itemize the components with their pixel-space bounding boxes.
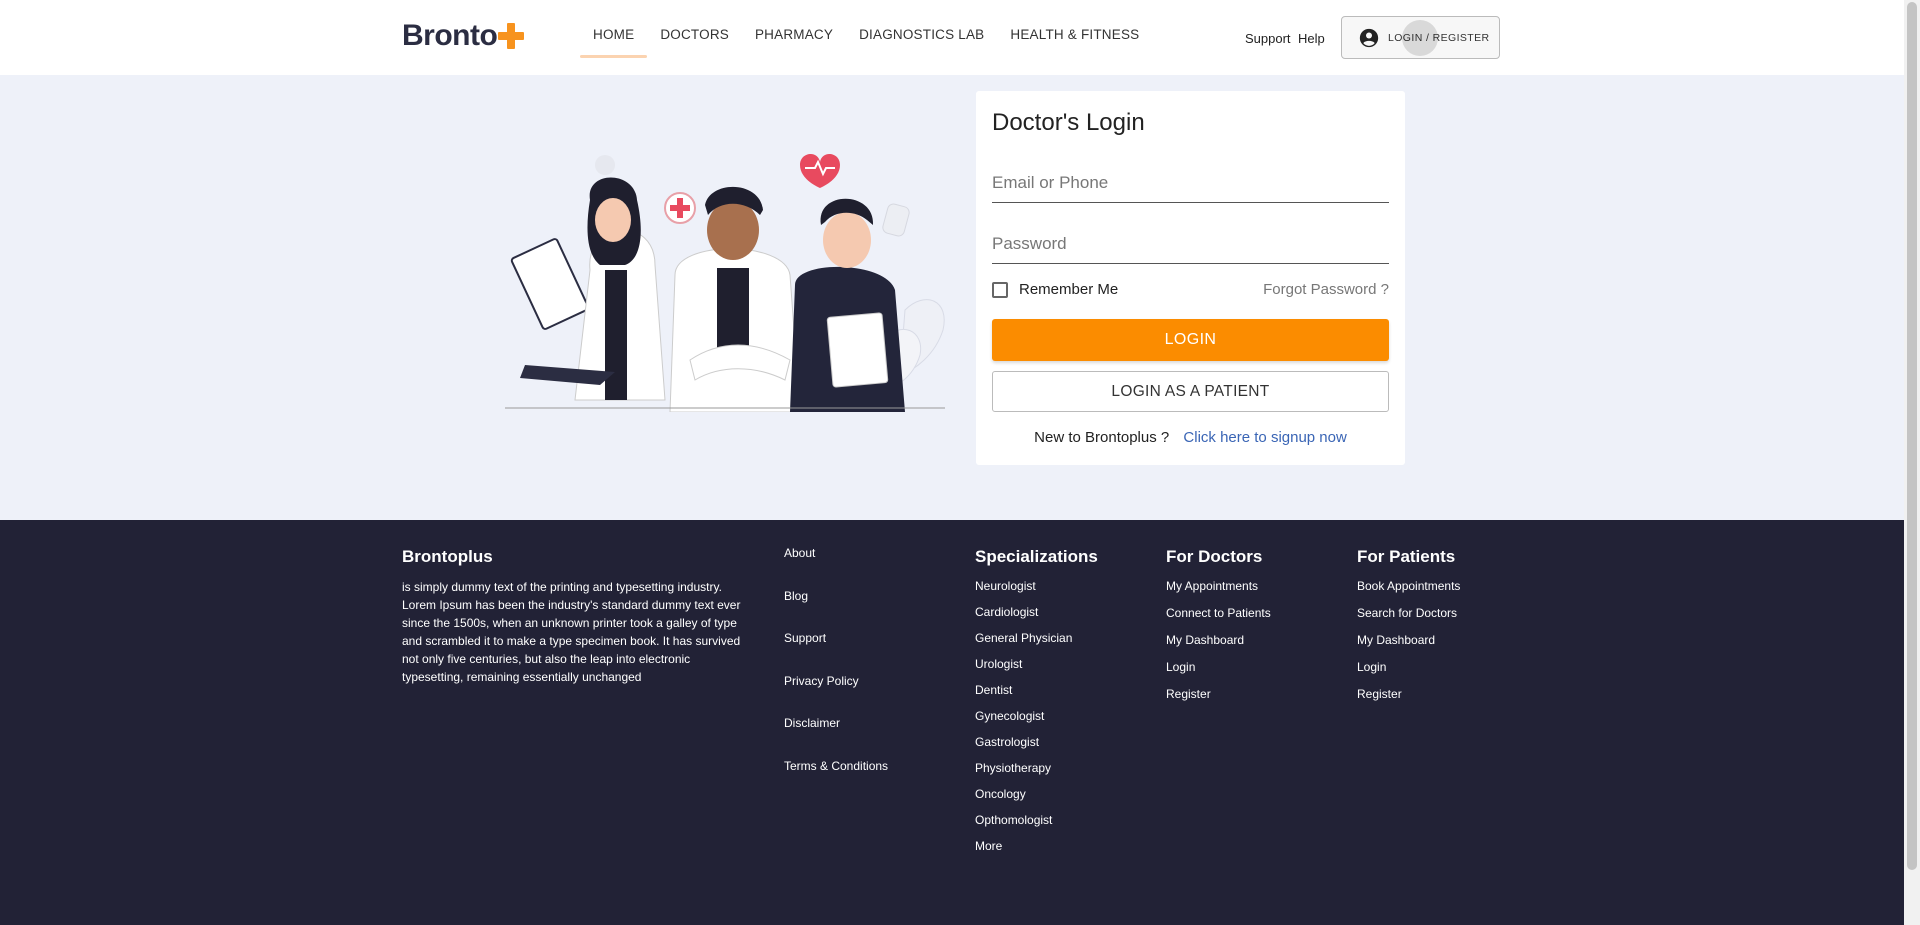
nav-health-fitness[interactable]: HEALTH & FITNESS — [997, 0, 1152, 58]
footer-for-doctors: For Doctors My Appointments Connect to P… — [1166, 547, 1271, 714]
patient-link[interactable]: Book Appointments — [1357, 579, 1460, 593]
spec-link[interactable]: Oncology — [975, 787, 1098, 801]
email-phone-input[interactable] — [992, 167, 1389, 203]
spec-link[interactable]: Gastrologist — [975, 735, 1098, 749]
new-user-text: New to Brontoplus ? — [1034, 429, 1170, 446]
doctor-link[interactable]: Register — [1166, 687, 1271, 701]
nav-diagnostics-lab[interactable]: DIAGNOSTICS LAB — [846, 0, 997, 58]
spec-link[interactable]: Gynecologist — [975, 709, 1098, 723]
top-header: Bronto HOME DOCTORS PHARMACY DIAGNOSTICS… — [0, 0, 1904, 75]
checkbox-unchecked-icon[interactable] — [992, 281, 1008, 298]
login-as-patient-button[interactable]: LOGIN AS A PATIENT — [992, 371, 1389, 412]
main-nav: HOME DOCTORS PHARMACY DIAGNOSTICS LAB HE… — [580, 0, 1152, 75]
brand-logo[interactable]: Bronto — [402, 19, 525, 53]
doctor-login-card: Doctor's Login Remember Me Forgot Passwo… — [976, 91, 1405, 465]
footer-link-support[interactable]: Support — [784, 631, 888, 645]
spec-link[interactable]: Urologist — [975, 657, 1098, 671]
signup-row: New to Brontoplus ? Click here to signup… — [976, 429, 1405, 446]
patient-link[interactable]: Search for Doctors — [1357, 606, 1460, 620]
patient-link[interactable]: Login — [1357, 660, 1460, 674]
nav-doctors[interactable]: DOCTORS — [647, 0, 742, 58]
login-register-button[interactable]: LOGIN / REGISTER — [1341, 16, 1500, 59]
spec-more-link[interactable]: More — [975, 839, 1098, 853]
spec-link[interactable]: General Physician — [975, 631, 1098, 645]
forgot-password-link[interactable]: Forgot Password ? — [1263, 281, 1389, 298]
specializations-heading: Specializations — [975, 547, 1098, 566]
doctor-link[interactable]: My Dashboard — [1166, 633, 1271, 647]
footer-description: is simply dummy text of the printing and… — [402, 580, 741, 684]
for-doctors-heading: For Doctors — [1166, 547, 1263, 566]
remember-me-label: Remember Me — [1019, 281, 1119, 298]
footer-for-patients: For Patients Book Appointments Search fo… — [1357, 547, 1460, 714]
footer-link-disclaimer[interactable]: Disclaimer — [784, 716, 888, 730]
logo-text: Bronto — [402, 19, 498, 52]
login-title: Doctor's Login — [992, 109, 1145, 136]
button-ripple — [1402, 20, 1438, 56]
spec-link[interactable]: Neurologist — [975, 579, 1098, 593]
scrollbar-thumb[interactable] — [1907, 2, 1917, 870]
footer-specializations: Specializations Neurologist Cardiologist… — [975, 547, 1098, 865]
footer-link-privacy-policy[interactable]: Privacy Policy — [784, 674, 888, 688]
spec-link[interactable]: Opthomologist — [975, 813, 1098, 827]
spec-link[interactable]: Cardiologist — [975, 605, 1098, 619]
account-circle-icon — [1359, 28, 1379, 47]
footer-link-about[interactable]: About — [784, 546, 888, 560]
spec-link[interactable]: Dentist — [975, 683, 1098, 697]
doctor-link[interactable]: My Appointments — [1166, 579, 1271, 593]
footer-link-blog[interactable]: Blog — [784, 589, 888, 603]
support-link[interactable]: Support — [1245, 31, 1291, 46]
footer-about-links: About Blog Support Privacy Policy Discla… — [784, 546, 888, 801]
nav-home[interactable]: HOME — [580, 0, 648, 58]
help-link[interactable]: Help — [1298, 31, 1325, 46]
footer-brand: Brontoplus — [402, 547, 493, 566]
doctor-link[interactable]: Login — [1166, 660, 1271, 674]
logo-plus-icon — [498, 23, 525, 49]
signup-link[interactable]: Click here to signup now — [1183, 429, 1346, 446]
site-footer: Brontoplus is simply dummy text of the p… — [0, 520, 1904, 925]
spec-link[interactable]: Physiotherapy — [975, 761, 1098, 775]
footer-link-terms[interactable]: Terms & Conditions — [784, 759, 888, 773]
doctor-link[interactable]: Connect to Patients — [1166, 606, 1271, 620]
for-patients-heading: For Patients — [1357, 547, 1456, 566]
password-input[interactable] — [992, 228, 1389, 264]
login-button[interactable]: LOGIN — [992, 319, 1389, 361]
doctors-illustration — [505, 154, 945, 412]
page-scrollbar[interactable] — [1904, 0, 1920, 925]
patient-link[interactable]: My Dashboard — [1357, 633, 1460, 647]
remember-me[interactable]: Remember Me — [992, 281, 1118, 298]
patient-link[interactable]: Register — [1357, 687, 1460, 701]
nav-pharmacy[interactable]: PHARMACY — [742, 0, 846, 58]
